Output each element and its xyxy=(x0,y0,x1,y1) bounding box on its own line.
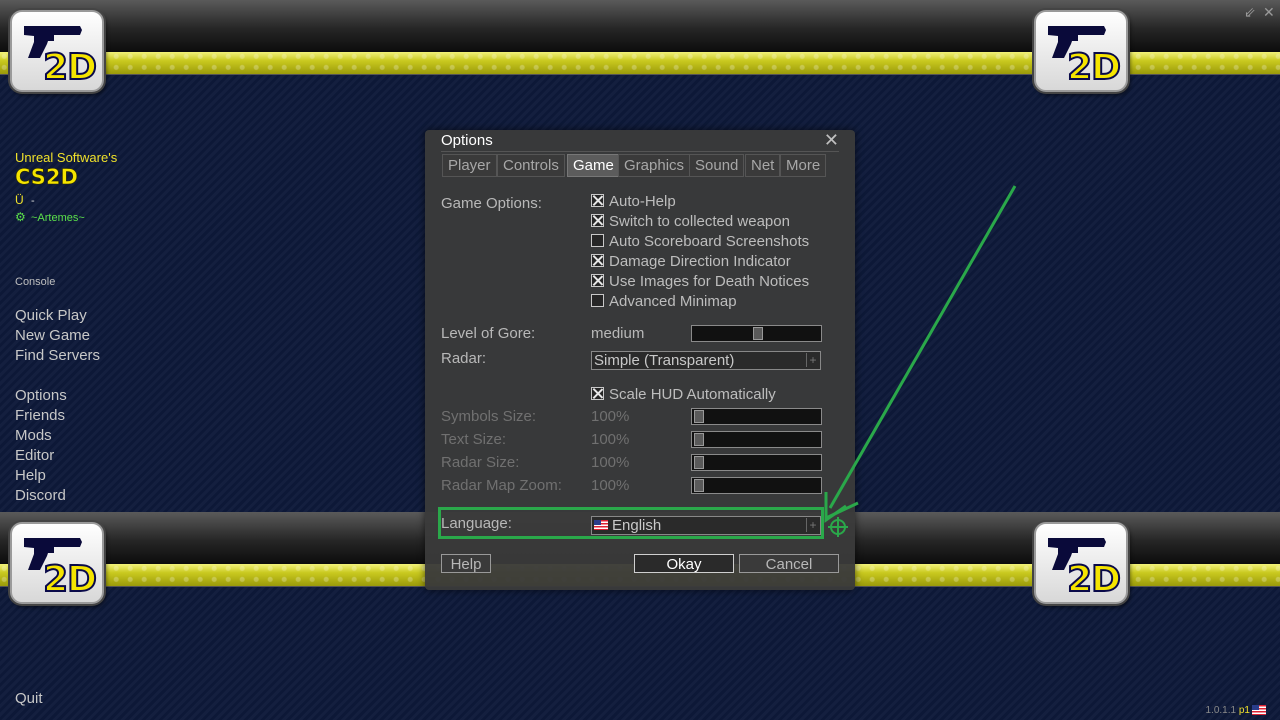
version-label: 1.0.1.1 p1 xyxy=(1206,705,1251,716)
version-number: 1.0.1.1 xyxy=(1205,705,1237,716)
pointer-arrow-line xyxy=(828,185,1017,509)
crosshair-icon xyxy=(828,517,848,537)
build-tag: p1 xyxy=(1238,705,1250,716)
us-flag-icon xyxy=(1252,705,1266,715)
annotation-overlay xyxy=(824,185,1017,537)
